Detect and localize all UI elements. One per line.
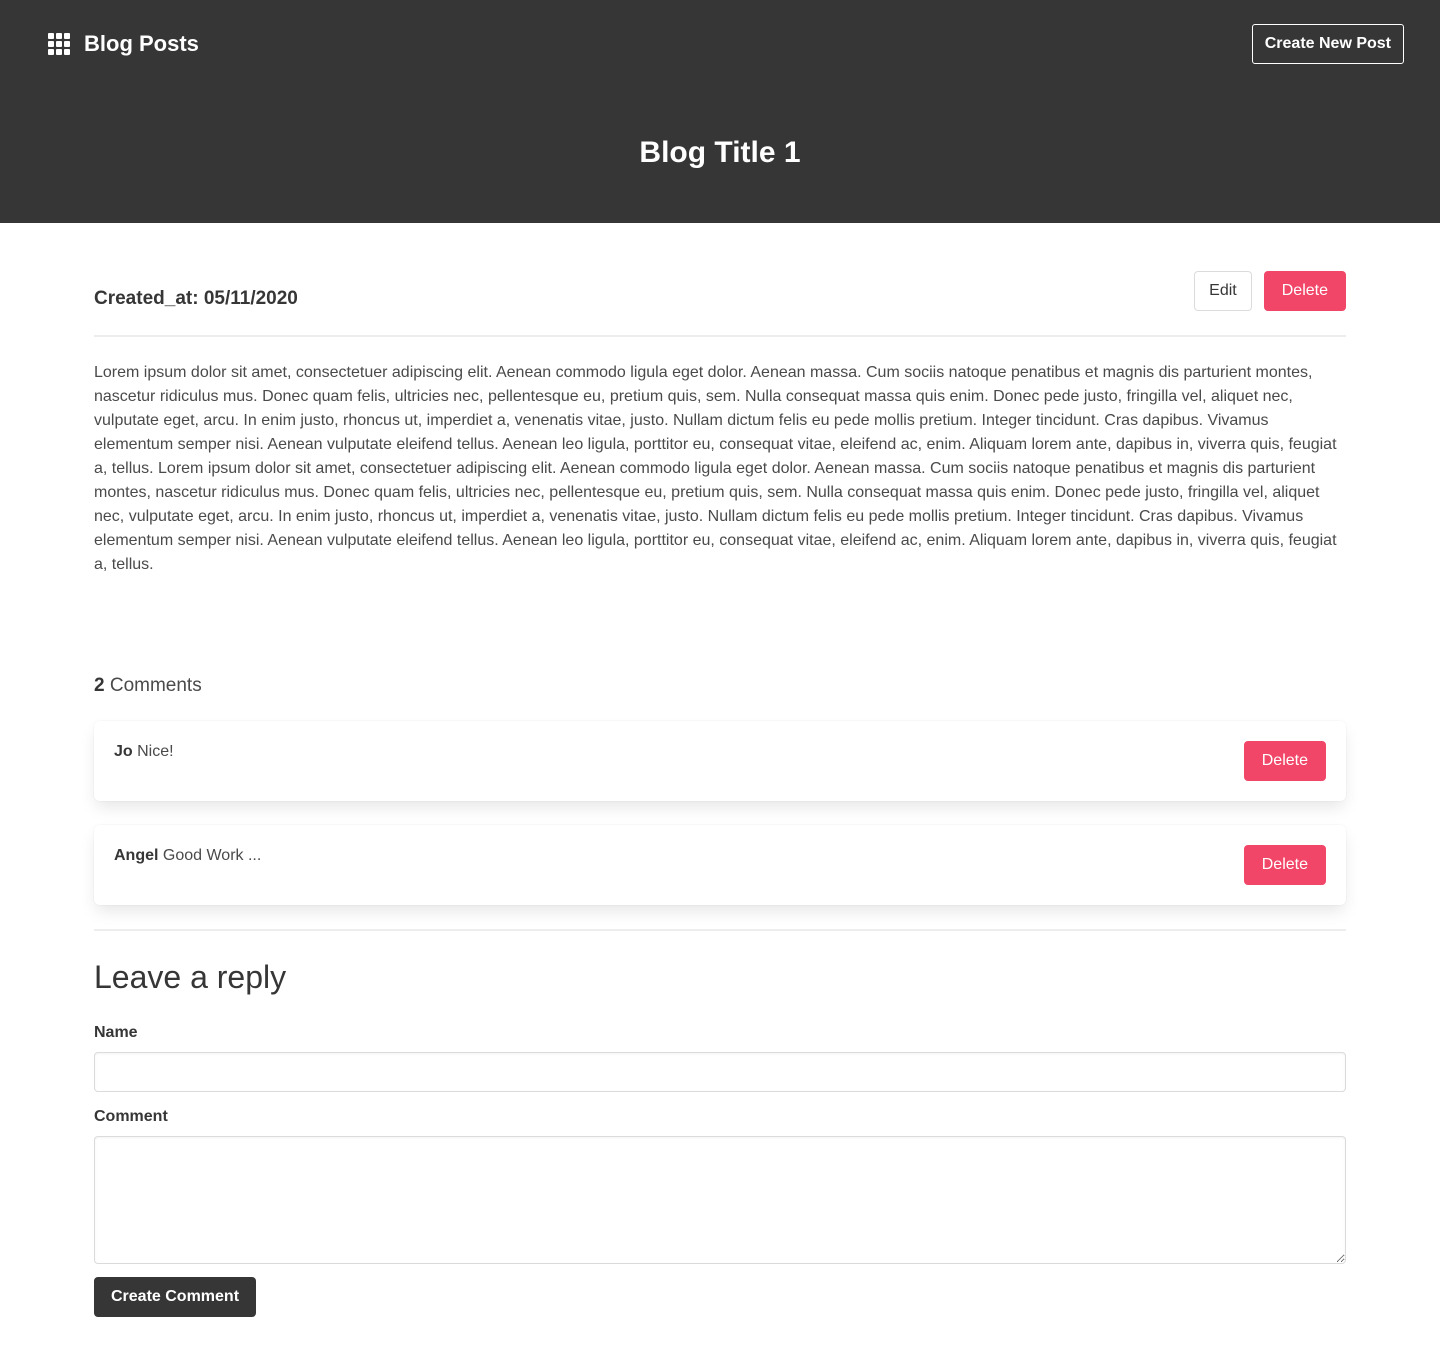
- brand-title[interactable]: Blog Posts: [84, 31, 199, 57]
- post-actions: Edit Delete: [1194, 271, 1346, 311]
- comment-author: Jo: [114, 743, 133, 760]
- create-comment-button[interactable]: Create Comment: [94, 1277, 257, 1317]
- reply-title: Leave a reply: [94, 959, 287, 995]
- created-at: Created_at: 05/11/2020: [94, 288, 298, 309]
- comment-body: Nice!: [137, 743, 174, 760]
- comments-count: 2 Comments: [94, 675, 1346, 697]
- comments-count-number: 2: [94, 675, 105, 696]
- create-new-post-button[interactable]: Create New Post: [1251, 24, 1404, 64]
- name-input[interactable]: [94, 1052, 1346, 1092]
- divider: [94, 929, 1346, 931]
- divider: [94, 335, 1346, 337]
- edit-button[interactable]: Edit: [1194, 271, 1252, 311]
- name-label: Name: [94, 1024, 138, 1041]
- comment-label: Comment: [94, 1108, 168, 1125]
- reply-form: Name Comment Create Comment: [94, 1024, 1346, 1317]
- comment-body: Good Work ...: [162, 847, 262, 864]
- grid-icon: [48, 33, 72, 55]
- brand[interactable]: Blog Posts: [48, 31, 199, 57]
- delete-comment-button[interactable]: Delete: [1243, 741, 1326, 781]
- comment-text: Jo Nice!: [114, 743, 174, 761]
- comment-text: Angel Good Work ...: [114, 847, 261, 865]
- comment-author: Angel: [114, 847, 159, 864]
- comments-count-label: Comments: [109, 675, 202, 696]
- navbar: Blog Posts Create New Post: [48, 24, 1404, 64]
- comment-textarea[interactable]: [94, 1136, 1346, 1264]
- comment-card: Angel Good Work ... Delete: [94, 825, 1346, 905]
- post-title: Blog Title 1: [639, 136, 801, 169]
- hero-header: Blog Posts Create New Post Blog Title 1: [0, 0, 1440, 223]
- delete-post-button[interactable]: Delete: [1263, 271, 1346, 311]
- post-body: Lorem ipsum dolor sit amet, consectetuer…: [94, 364, 1337, 573]
- post-meta: Created_at: 05/11/2020 Edit Delete: [94, 271, 1346, 311]
- delete-comment-button[interactable]: Delete: [1243, 845, 1326, 885]
- main-content: Created_at: 05/11/2020 Edit Delete Lorem…: [94, 271, 1346, 1317]
- comment-card: Jo Nice! Delete: [94, 721, 1346, 801]
